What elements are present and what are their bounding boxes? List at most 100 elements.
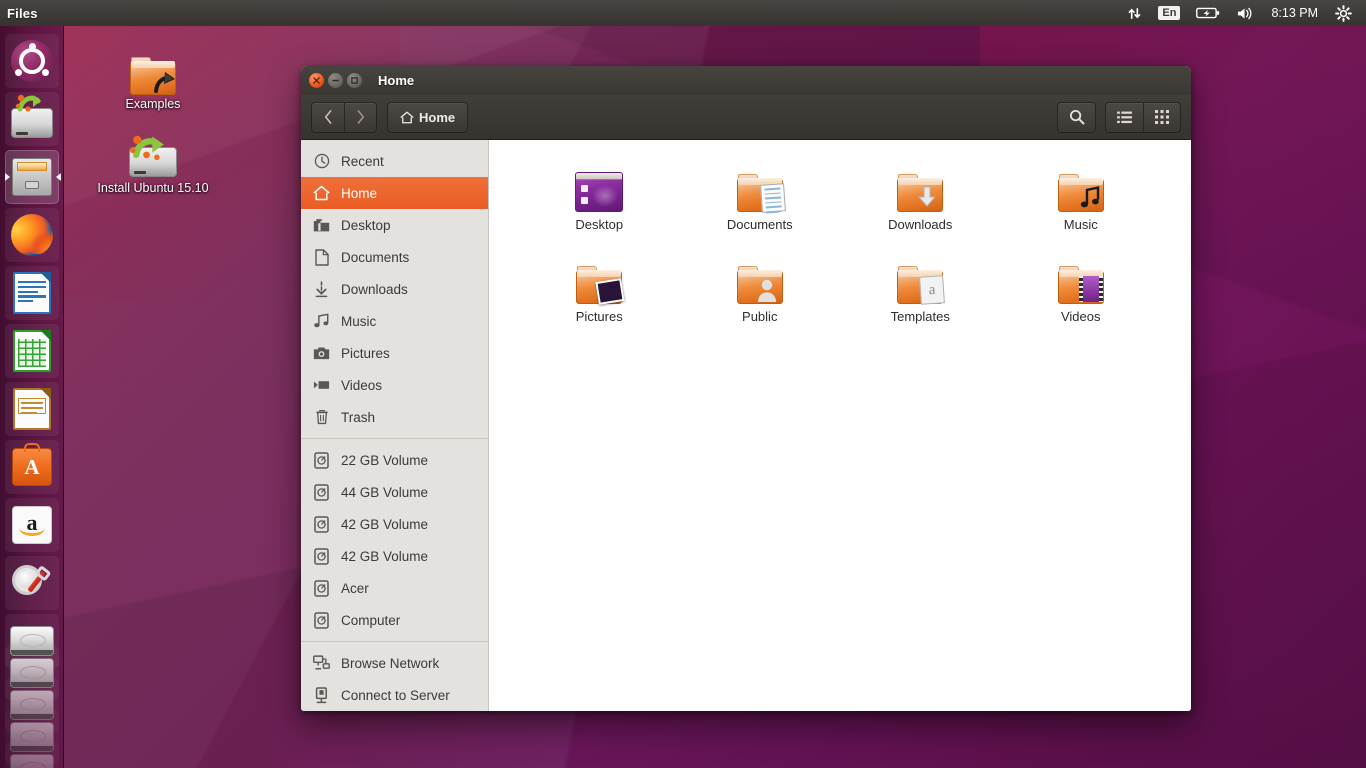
sidebar-item-volume-acer[interactable]: Acer [301, 572, 488, 604]
libreoffice-writer-icon [13, 272, 51, 314]
sidebar-item-volume-22gb[interactable]: 22 GB Volume [301, 444, 488, 476]
sidebar-item-music[interactable]: Music [301, 305, 488, 337]
launcher-item-ubuntu-dash[interactable] [5, 34, 59, 88]
panel-clock[interactable]: 8:13 PM [1262, 0, 1327, 26]
file-item-pictures[interactable]: Pictures [519, 246, 680, 324]
file-item-templates[interactable]: a Templates [840, 246, 1001, 324]
sidebar-item-label: Downloads [341, 281, 408, 297]
file-item-videos[interactable]: Videos [1001, 246, 1162, 324]
path-button-label: Home [419, 109, 456, 125]
launcher-item-install-ubuntu[interactable] [5, 92, 59, 146]
unity-launcher: A a [0, 26, 64, 768]
install-ubuntu-disk-icon [78, 129, 228, 179]
file-item-label: Downloads [888, 217, 953, 232]
search-button[interactable] [1058, 103, 1095, 132]
sidebar-item-desktop[interactable]: Desktop [301, 209, 488, 241]
sidebar-item-label: Music [341, 313, 377, 329]
panel-app-name[interactable]: Files [7, 6, 38, 21]
file-item-label: Music [1063, 217, 1098, 232]
launcher-running-indicator [5, 173, 10, 181]
sidebar-item-volume-42gb-a[interactable]: 42 GB Volume [301, 508, 488, 540]
launcher-item-libreoffice-calc[interactable] [5, 324, 59, 378]
volume-icon[interactable] [1228, 0, 1262, 26]
keyboard-layout-label: En [1158, 6, 1181, 20]
drive-icon [313, 451, 330, 469]
sidebar-item-documents[interactable]: Documents [301, 241, 488, 273]
server-icon [313, 686, 330, 704]
trash-icon [313, 409, 330, 426]
sidebar-item-browse-network[interactable]: Browse Network [301, 647, 488, 679]
launcher-item-libreoffice-impress[interactable] [5, 382, 59, 436]
home-icon [313, 185, 330, 202]
desktop-icon-install-ubuntu[interactable]: Install Ubuntu 15.10 [78, 129, 228, 195]
sidebar-item-pictures[interactable]: Pictures [301, 337, 488, 369]
sidebar-item-label: 42 GB Volume [341, 548, 429, 564]
file-item-public[interactable]: Public [680, 246, 841, 324]
examples-folder-icon [78, 45, 228, 95]
launcher-item-amazon[interactable]: a [5, 498, 59, 552]
file-item-desktop[interactable]: Desktop [519, 154, 680, 232]
sidebar-item-downloads[interactable]: Downloads [301, 273, 488, 305]
file-grid: Desktop Documents Downloads Music Pictur… [489, 154, 1191, 324]
sidebar-item-label: 42 GB Volume [341, 516, 429, 532]
launcher-item-files[interactable] [5, 150, 61, 204]
drive-icon [313, 611, 330, 629]
forward-button[interactable] [344, 102, 376, 132]
network-updown-icon[interactable] [1119, 0, 1150, 26]
close-button[interactable] [309, 73, 324, 88]
minimize-button[interactable] [328, 73, 343, 88]
file-item-downloads[interactable]: Downloads [840, 154, 1001, 232]
sidebar-item-volume-44gb[interactable]: 44 GB Volume [301, 476, 488, 508]
search-group [1057, 101, 1096, 133]
desktop-icon-label: Install Ubuntu 15.10 [97, 181, 209, 195]
battery-charging-icon[interactable] [1188, 0, 1228, 26]
sidebar-item-volume-42gb-b[interactable]: 42 GB Volume [301, 540, 488, 572]
ubuntu-logo-icon [11, 40, 53, 82]
folder-templates-icon: a [840, 252, 1001, 305]
sidebar-item-videos[interactable]: Videos [301, 369, 488, 401]
top-panel: Files En 8:13 PM [0, 0, 1366, 26]
sidebar-item-trash[interactable]: Trash [301, 401, 488, 433]
sidebar-item-label: Pictures [341, 345, 390, 361]
maximize-button[interactable] [347, 73, 362, 88]
folder-public-icon [680, 252, 841, 304]
system-gear-icon[interactable] [1327, 0, 1360, 26]
launcher-item-firefox[interactable] [5, 208, 59, 262]
desktop-screen: Files En 8:13 PM A a Examples Install Ub… [0, 0, 1366, 768]
launcher-item-libreoffice-writer[interactable] [5, 266, 59, 320]
sidebar-item-home[interactable]: Home [301, 177, 488, 209]
sidebar-item-label: Home [341, 185, 378, 201]
keyboard-layout-indicator[interactable]: En [1150, 0, 1188, 26]
desktop-icon-examples[interactable]: Examples [78, 45, 228, 111]
list-view-button[interactable] [1106, 103, 1143, 132]
install-arrow-icon [15, 94, 41, 112]
grid-view-button[interactable] [1143, 102, 1180, 132]
sidebar-item-connect-to-server[interactable]: Connect to Server [301, 679, 488, 711]
file-view[interactable]: Desktop Documents Downloads Music Pictur… [489, 140, 1191, 711]
video-icon [313, 377, 330, 394]
desktop-window-icon [519, 160, 680, 212]
sidebar-item-label: Computer [341, 612, 401, 628]
folder-pictures-icon [519, 252, 680, 305]
sidebar-item-recent[interactable]: Recent [301, 145, 488, 177]
launcher-item-disk-drive[interactable] [5, 742, 59, 768]
window-titlebar[interactable]: Home [301, 66, 1191, 95]
files-app-icon [12, 158, 52, 196]
libreoffice-impress-icon [13, 388, 51, 430]
file-item-music[interactable]: Music [1001, 154, 1162, 232]
sidebar-item-label: Browse Network [341, 655, 440, 671]
drive-icon [313, 547, 330, 565]
window-body: Recent Home Desktop Documents Downloads … [301, 140, 1191, 711]
launcher-item-ubuntu-software[interactable]: A [5, 440, 59, 494]
folder-downloads-icon [840, 160, 1001, 212]
path-button-home[interactable]: Home [388, 103, 467, 132]
sidebar-item-label: 44 GB Volume [341, 484, 429, 500]
file-item-documents[interactable]: Documents [680, 154, 841, 232]
launcher-item-system-settings[interactable] [5, 556, 59, 610]
document-emblem [759, 183, 786, 214]
hard-drive-icon [10, 754, 54, 768]
document-icon [313, 248, 330, 266]
sidebar-item-computer[interactable]: Computer [301, 604, 488, 636]
back-button[interactable] [312, 103, 344, 132]
path-bar: Home [387, 101, 469, 133]
